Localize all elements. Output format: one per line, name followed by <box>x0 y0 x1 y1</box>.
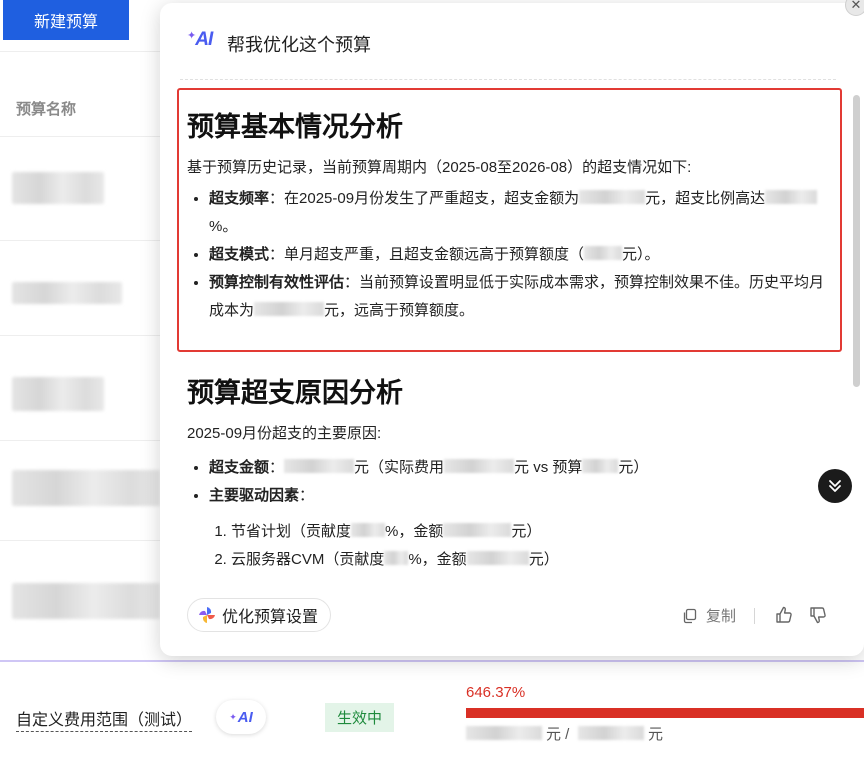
redacted-budget-name <box>12 470 160 506</box>
thumbs-down-icon[interactable] <box>808 605 828 625</box>
section-intro: 基于预算历史记录，当前预算周期内（2025-08至2026-08）的超支情况如下… <box>187 159 692 176</box>
sparkle-icon: ✦ <box>229 711 237 722</box>
popup-title: 帮我优化这个预算 <box>227 35 371 55</box>
redacted-value <box>384 551 409 565</box>
ai-optimize-button[interactable]: ✦ AI <box>216 700 266 734</box>
usage-amount: 元 / 元 <box>466 722 766 743</box>
footer-divider <box>754 608 755 624</box>
ai-response-content: 预算基本情况分析 基于预算历史记录，当前预算周期内（2025-08至2026-0… <box>160 81 850 575</box>
redacted-value <box>466 551 529 565</box>
redacted-budget-name <box>12 282 122 304</box>
optimize-budget-button[interactable]: 优化预算设置 <box>187 598 332 632</box>
redacted-value <box>351 523 386 537</box>
numbered-list: 节省计划（贡献度%，金额元） 云服务器CVM（贡献度%，金额元） <box>187 518 827 574</box>
list-item: 云服务器CVM（贡献度%，金额元） <box>231 546 827 574</box>
new-budget-button[interactable]: 新建预算 <box>3 0 129 40</box>
budget-name-link[interactable]: 自定义费用范围（测试） <box>16 706 193 732</box>
redacted-budget-name <box>12 172 104 204</box>
bullet-list: 超支金额：元（实际费用元 vs 预算元） 主要驱动因素： <box>187 454 827 510</box>
redacted-budget-name <box>12 583 160 619</box>
redacted-actual-amount <box>466 726 542 740</box>
redacted-value <box>584 246 623 260</box>
column-header-budget-name: 预算名称 <box>16 101 77 118</box>
redacted-value <box>579 190 646 204</box>
popup-footer: 优化预算设置 复制 <box>160 587 864 649</box>
pinwheel-icon <box>199 607 215 623</box>
optimize-budget-label: 优化预算设置 <box>222 609 319 626</box>
content-scrollbar[interactable] <box>853 95 860 387</box>
list-item: 主要驱动因素： <box>209 482 827 510</box>
redacted-budget-amount <box>578 726 644 740</box>
section-intro: 2025-09月份超支的主要原因: <box>187 425 382 442</box>
redacted-value <box>254 302 325 316</box>
header-divider <box>180 79 836 80</box>
amount-unit-budget: 元 <box>648 726 664 743</box>
section-heading: 预算超支原因分析 <box>187 378 403 408</box>
list-item: 超支频率：在2025-09月份发生了严重超支，超支金额为元，超支比例高达%。 <box>209 185 827 241</box>
redacted-value <box>284 459 355 473</box>
usage-progress-bar <box>466 708 864 718</box>
redacted-value <box>443 523 512 537</box>
list-item: 节省计划（贡献度%，金额元） <box>231 518 827 546</box>
list-item: 预算控制有效性评估：当前预算设置明显低于实际成本需求，预算控制效果不佳。历史平均… <box>209 269 827 325</box>
redacted-value <box>765 190 818 204</box>
list-item: 超支模式：单月超支严重，且超支金额远高于预算额度（元）。 <box>209 241 827 269</box>
budget-row-selected[interactable]: 自定义费用范围（测试） ✦ AI 生效中 646.37% 元 / 元 <box>0 660 864 775</box>
ai-logo-icon: ✦AI <box>187 29 213 50</box>
section-overrun-causes: 预算超支原因分析 2025-09月份超支的主要原因: 超支金额：元（实际费用元 … <box>187 371 827 574</box>
section-heading: 预算基本情况分析 <box>187 112 403 142</box>
popup-header: ✦AI 帮我优化这个预算 <box>160 3 864 79</box>
ai-badge-label: AI <box>237 708 253 726</box>
thumbs-up-icon[interactable] <box>774 605 794 625</box>
amount-unit-actual: 元 / <box>546 726 570 743</box>
status-badge: 生效中 <box>325 703 395 732</box>
copy-label: 复制 <box>706 608 737 625</box>
bullet-list: 超支频率：在2025-09月份发生了严重超支，超支金额为元，超支比例高达%。 超… <box>187 185 827 325</box>
ai-assistant-popup: ✦AI 帮我优化这个预算 预算基本情况分析 基于预算历史记录，当前预算周期内（2… <box>160 3 864 656</box>
redacted-value <box>444 459 515 473</box>
copy-icon <box>683 608 697 623</box>
redacted-value <box>582 459 619 473</box>
redacted-budget-name <box>12 377 104 411</box>
copy-button[interactable]: 复制 <box>682 605 736 626</box>
list-item: 超支金额：元（实际费用元 vs 预算元） <box>209 454 827 482</box>
chevron-double-down-icon[interactable] <box>818 469 852 503</box>
usage-progress-fill <box>466 708 864 718</box>
usage-percent: 646.37% <box>466 684 526 701</box>
section-basic-analysis: 预算基本情况分析 基于预算历史记录，当前预算周期内（2025-08至2026-0… <box>187 105 827 325</box>
